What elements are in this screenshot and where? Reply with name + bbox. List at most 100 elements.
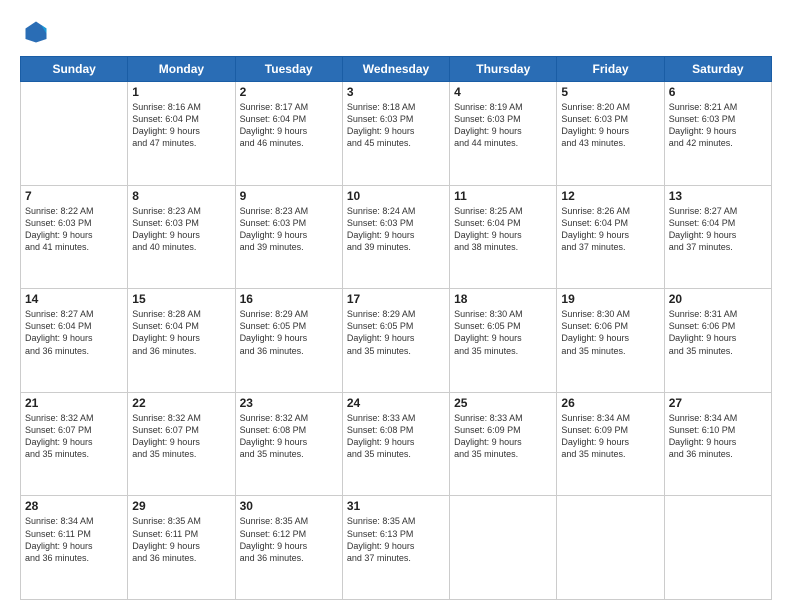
- day-cell: 7Sunrise: 8:22 AM Sunset: 6:03 PM Daylig…: [21, 185, 128, 289]
- day-info: Sunrise: 8:32 AM Sunset: 6:07 PM Dayligh…: [25, 412, 123, 461]
- day-number: 4: [454, 85, 552, 99]
- day-cell: 17 Sunrise: 8:29 AM Sunset: 6:05 PM Dayli…: [342, 289, 449, 393]
- day-cell: 8 Sunrise: 8:23 AM Sunset: 6:03 PM Daylig…: [128, 185, 235, 289]
- day-cell: 6 Sunrise: 8:21 AM Sunset: 6:03 PM Daylig…: [664, 82, 771, 186]
- day-info: Sunrise: 8:34 AM Sunset: 6:10 PM Dayligh…: [669, 412, 767, 461]
- day-info: Sunrise: 8:30 AM Sunset: 6:05 PM Dayligh…: [454, 308, 552, 357]
- day-cell: 2 Sunrise: 8:17 AM Sunset: 6:04 PM Daylig…: [235, 82, 342, 186]
- weekday-friday: Friday: [557, 57, 664, 82]
- day-number: 5: [561, 85, 659, 99]
- day-number: 26: [561, 396, 659, 410]
- day-cell: 12 Sunrise: 8:26 AM Sunset: 6:04 PM Dayli…: [557, 185, 664, 289]
- day-info: Sunrise: 8:29 AM Sunset: 6:05 PM Dayligh…: [240, 308, 338, 357]
- week-row-1: 7Sunrise: 8:22 AM Sunset: 6:03 PM Daylig…: [21, 185, 772, 289]
- day-number: 2: [240, 85, 338, 99]
- weekday-thursday: Thursday: [450, 57, 557, 82]
- day-cell: 27 Sunrise: 8:34 AM Sunset: 6:10 PM Dayli…: [664, 392, 771, 496]
- day-cell: 21 Sunrise: 8:32 AM Sunset: 6:07 PM Dayli…: [21, 392, 128, 496]
- day-number: 27: [669, 396, 767, 410]
- day-number: 28: [25, 499, 123, 513]
- day-info: Sunrise: 8:33 AM Sunset: 6:09 PM Dayligh…: [454, 412, 552, 461]
- day-info: Sunrise: 8:16 AM Sunset: 6:04 PM Dayligh…: [132, 101, 230, 150]
- day-info: Sunrise: 8:29 AM Sunset: 6:05 PM Dayligh…: [347, 308, 445, 357]
- weekday-wednesday: Wednesday: [342, 57, 449, 82]
- day-number: 23: [240, 396, 338, 410]
- day-number: 22: [132, 396, 230, 410]
- day-info: Sunrise: 8:35 AM Sunset: 6:12 PM Dayligh…: [240, 515, 338, 564]
- day-cell: 5 Sunrise: 8:20 AM Sunset: 6:03 PM Daylig…: [557, 82, 664, 186]
- day-cell: 19Sunrise: 8:30 AM Sunset: 6:06 PM Dayli…: [557, 289, 664, 393]
- week-row-3: 21 Sunrise: 8:32 AM Sunset: 6:07 PM Dayli…: [21, 392, 772, 496]
- weekday-tuesday: Tuesday: [235, 57, 342, 82]
- weekday-saturday: Saturday: [664, 57, 771, 82]
- day-number: 21: [25, 396, 123, 410]
- day-cell: 31 Sunrise: 8:35 AM Sunset: 6:13 PM Dayli…: [342, 496, 449, 600]
- day-number: 17: [347, 292, 445, 306]
- day-number: 29: [132, 499, 230, 513]
- day-number: 20: [669, 292, 767, 306]
- day-number: 12: [561, 189, 659, 203]
- day-info: Sunrise: 8:27 AM Sunset: 6:04 PM Dayligh…: [669, 205, 767, 254]
- day-info: Sunrise: 8:33 AM Sunset: 6:08 PM Dayligh…: [347, 412, 445, 461]
- day-info: Sunrise: 8:31 AM Sunset: 6:06 PM Dayligh…: [669, 308, 767, 357]
- day-cell: 25 Sunrise: 8:33 AM Sunset: 6:09 PM Dayli…: [450, 392, 557, 496]
- day-info: Sunrise: 8:17 AM Sunset: 6:04 PM Dayligh…: [240, 101, 338, 150]
- day-number: 6: [669, 85, 767, 99]
- day-cell: 28Sunrise: 8:34 AM Sunset: 6:11 PM Dayli…: [21, 496, 128, 600]
- day-cell: [21, 82, 128, 186]
- day-cell: 24 Sunrise: 8:33 AM Sunset: 6:08 PM Dayli…: [342, 392, 449, 496]
- day-info: Sunrise: 8:18 AM Sunset: 6:03 PM Dayligh…: [347, 101, 445, 150]
- day-number: 30: [240, 499, 338, 513]
- day-cell: 14Sunrise: 8:27 AM Sunset: 6:04 PM Dayli…: [21, 289, 128, 393]
- day-number: 1: [132, 85, 230, 99]
- day-info: Sunrise: 8:21 AM Sunset: 6:03 PM Dayligh…: [669, 101, 767, 150]
- day-cell: 29 Sunrise: 8:35 AM Sunset: 6:11 PM Dayli…: [128, 496, 235, 600]
- day-info: Sunrise: 8:24 AM Sunset: 6:03 PM Dayligh…: [347, 205, 445, 254]
- week-row-2: 14Sunrise: 8:27 AM Sunset: 6:04 PM Dayli…: [21, 289, 772, 393]
- day-cell: 20 Sunrise: 8:31 AM Sunset: 6:06 PM Dayli…: [664, 289, 771, 393]
- day-info: Sunrise: 8:23 AM Sunset: 6:03 PM Dayligh…: [132, 205, 230, 254]
- day-number: 14: [25, 292, 123, 306]
- day-number: 9: [240, 189, 338, 203]
- weekday-header-row: SundayMondayTuesdayWednesdayThursdayFrid…: [21, 57, 772, 82]
- weekday-sunday: Sunday: [21, 57, 128, 82]
- day-info: Sunrise: 8:26 AM Sunset: 6:04 PM Dayligh…: [561, 205, 659, 254]
- day-cell: 15Sunrise: 8:28 AM Sunset: 6:04 PM Dayli…: [128, 289, 235, 393]
- day-number: 18: [454, 292, 552, 306]
- week-row-0: 1 Sunrise: 8:16 AM Sunset: 6:04 PM Daylig…: [21, 82, 772, 186]
- day-info: Sunrise: 8:32 AM Sunset: 6:08 PM Dayligh…: [240, 412, 338, 461]
- day-cell: 1 Sunrise: 8:16 AM Sunset: 6:04 PM Daylig…: [128, 82, 235, 186]
- day-info: Sunrise: 8:20 AM Sunset: 6:03 PM Dayligh…: [561, 101, 659, 150]
- day-info: Sunrise: 8:34 AM Sunset: 6:09 PM Dayligh…: [561, 412, 659, 461]
- day-cell: 16 Sunrise: 8:29 AM Sunset: 6:05 PM Dayli…: [235, 289, 342, 393]
- day-info: Sunrise: 8:32 AM Sunset: 6:07 PM Dayligh…: [132, 412, 230, 461]
- day-info: Sunrise: 8:35 AM Sunset: 6:13 PM Dayligh…: [347, 515, 445, 564]
- weekday-monday: Monday: [128, 57, 235, 82]
- day-info: Sunrise: 8:35 AM Sunset: 6:11 PM Dayligh…: [132, 515, 230, 564]
- day-cell: 23 Sunrise: 8:32 AM Sunset: 6:08 PM Dayli…: [235, 392, 342, 496]
- day-info: Sunrise: 8:22 AM Sunset: 6:03 PM Dayligh…: [25, 205, 123, 254]
- day-cell: 11 Sunrise: 8:25 AM Sunset: 6:04 PM Dayli…: [450, 185, 557, 289]
- day-cell: [450, 496, 557, 600]
- day-cell: 3 Sunrise: 8:18 AM Sunset: 6:03 PM Daylig…: [342, 82, 449, 186]
- day-info: Sunrise: 8:28 AM Sunset: 6:04 PM Dayligh…: [132, 308, 230, 357]
- day-number: 11: [454, 189, 552, 203]
- day-number: 10: [347, 189, 445, 203]
- day-info: Sunrise: 8:23 AM Sunset: 6:03 PM Dayligh…: [240, 205, 338, 254]
- day-cell: [557, 496, 664, 600]
- day-info: Sunrise: 8:25 AM Sunset: 6:04 PM Dayligh…: [454, 205, 552, 254]
- week-row-4: 28Sunrise: 8:34 AM Sunset: 6:11 PM Dayli…: [21, 496, 772, 600]
- logo-icon: [22, 18, 50, 46]
- day-number: 24: [347, 396, 445, 410]
- day-cell: 9 Sunrise: 8:23 AM Sunset: 6:03 PM Daylig…: [235, 185, 342, 289]
- header: [20, 18, 772, 46]
- day-number: 16: [240, 292, 338, 306]
- day-number: 8: [132, 189, 230, 203]
- day-cell: 30 Sunrise: 8:35 AM Sunset: 6:12 PM Dayli…: [235, 496, 342, 600]
- day-cell: 18 Sunrise: 8:30 AM Sunset: 6:05 PM Dayli…: [450, 289, 557, 393]
- day-cell: 10 Sunrise: 8:24 AM Sunset: 6:03 PM Dayli…: [342, 185, 449, 289]
- day-number: 3: [347, 85, 445, 99]
- day-number: 31: [347, 499, 445, 513]
- day-number: 25: [454, 396, 552, 410]
- logo: [20, 18, 50, 46]
